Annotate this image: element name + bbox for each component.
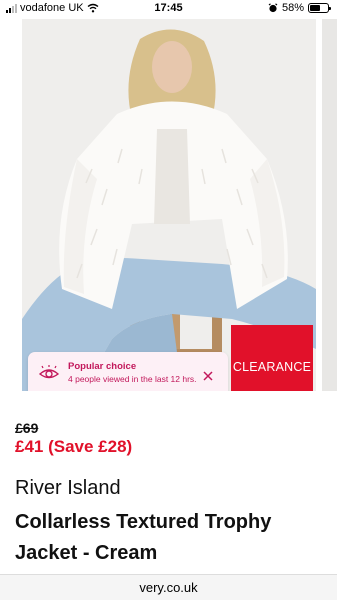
status-right: 58%	[268, 2, 331, 14]
url-text[interactable]: very.co.uk	[0, 580, 337, 595]
next-image-peek[interactable]	[322, 19, 337, 391]
popular-choice-banner: Popular choice 4 people viewed in the la…	[28, 352, 228, 391]
sale-price: £41 (Save £28)	[15, 437, 133, 456]
battery-percent: 58%	[281, 2, 304, 14]
eye-icon	[38, 365, 60, 379]
was-price: £69	[15, 420, 39, 436]
popular-choice-title: Popular choice	[68, 361, 137, 372]
alarm-icon	[268, 3, 278, 13]
product-image-carousel[interactable]: CLEARANCE Popular choice 4 people viewed…	[0, 19, 337, 391]
brand-name[interactable]: River Island	[15, 477, 121, 500]
clearance-badge: CLEARANCE	[231, 325, 313, 391]
popular-choice-text: 4 people viewed in the last 12 hrs.	[68, 374, 197, 384]
product-title: Collarless Textured Trophy Jacket - Crea…	[15, 511, 272, 564]
battery-icon	[308, 3, 331, 13]
status-bar: vodafone UK 17:45 58%	[0, 0, 337, 18]
close-icon[interactable]	[201, 369, 215, 383]
browser-url-bar[interactable]: very.co.uk	[0, 574, 337, 600]
